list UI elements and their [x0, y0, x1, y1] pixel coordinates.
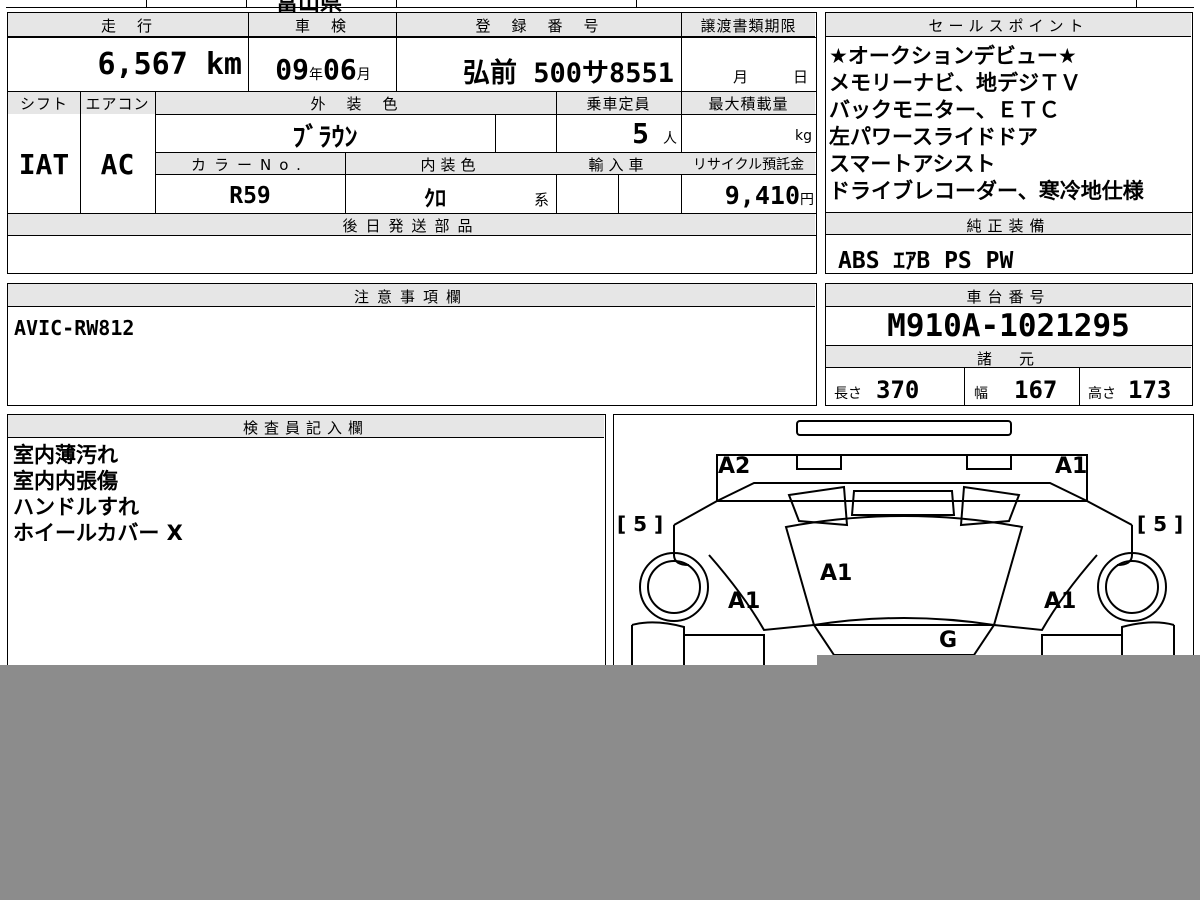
- shift-value: IAT: [18, 148, 70, 181]
- chassis-no-header: 車台番号: [966, 288, 1051, 306]
- dimensions-header: 諸 元: [976, 350, 1040, 368]
- genuine-equipment-value: ABS ｴｱB PS PW: [838, 248, 1014, 274]
- sales-points-box: セールスポイント ★オークションデビュー★ メモリーナビ、地デジＴＶ バックモニ…: [825, 12, 1193, 274]
- inspector-header: 検査員記入欄: [242, 419, 369, 437]
- later-parts-header: 後日発送部品: [342, 217, 481, 235]
- import-header: 輸入車: [588, 156, 649, 174]
- genuine-equipment-header: 純正装備: [966, 217, 1051, 235]
- interior-color-header: 内装色: [420, 156, 481, 174]
- diagram-left-fender-mark: A1: [728, 589, 760, 614]
- inspector-note-item: ホイールカバー X: [13, 521, 183, 545]
- sales-point-item: ドライブレコーダー、寒冷地仕様: [829, 179, 1144, 203]
- inspection-date: 09年06月: [275, 53, 371, 86]
- sales-points-list: ★オークションデビュー★ メモリーナビ、地デジＴＶ バックモニター、ＥＴＣ 左パ…: [829, 43, 1191, 205]
- diagram-right-fender-mark: A1: [1044, 589, 1076, 614]
- diagram-hood-mark: A1: [820, 561, 852, 586]
- sales-point-item: スマートアシスト: [829, 152, 996, 176]
- interior-color-suffix: 系: [534, 191, 550, 209]
- vehicle-info-table: 走 行 車 検 登 録 番 号 譲渡書類期限 6,567 km 09年06月 弘…: [7, 12, 817, 274]
- recycle-fee-value: 9,410円: [724, 181, 814, 210]
- registration-number: 弘前 500サ8551: [462, 58, 674, 89]
- gray-overlay-lower: [0, 665, 1200, 900]
- aircon-value: AC: [100, 148, 135, 181]
- remarks-header: 注意事項欄: [353, 288, 469, 306]
- sales-point-item: バックモニター、ＥＴＣ: [829, 98, 1060, 122]
- dimension-width: 幅 167: [974, 376, 1058, 404]
- sales-points-header: セールスポイント: [928, 17, 1089, 35]
- capacity-value: 5人: [632, 117, 677, 150]
- diagram-front-right-mark: A1: [1055, 454, 1087, 479]
- diagram-windshield-mark: G: [939, 628, 957, 653]
- inspector-note-item: ハンドルすれ: [13, 495, 139, 519]
- aircon-header: エアコン: [85, 95, 150, 113]
- mileage-value: 6,567 km: [97, 47, 243, 82]
- diagram-left-bracket: [ 5 ]: [617, 512, 663, 536]
- sales-point-item: ★オークションデビュー★: [829, 44, 1077, 68]
- diagram-front-left-mark: A2: [718, 454, 750, 479]
- sales-point-item: 左パワースライドドア: [829, 125, 1038, 149]
- chassis-box: 車台番号 M910A-1021295 諸 元 長さ 370 幅 167 高さ 173: [825, 283, 1193, 406]
- capacity-header: 乗車定員: [586, 95, 651, 113]
- gray-overlay-step: [817, 655, 1200, 667]
- inspector-note-item: 室内薄汚れ: [13, 443, 118, 467]
- dimension-length: 長さ 370: [834, 376, 920, 404]
- exterior-color-header: 外 装 色: [310, 95, 401, 113]
- dimension-height: 高さ 173: [1088, 376, 1172, 404]
- deadline-day: 日: [793, 68, 809, 86]
- inspector-notes-list: 室内薄汚れ 室内内張傷 ハンドルすれ ホイールカバー X: [13, 442, 183, 546]
- diagram-right-bracket: [ 5 ]: [1137, 512, 1183, 536]
- max-load-unit: kg: [795, 128, 812, 144]
- sales-point-item: メモリーナビ、地デジＴＶ: [829, 71, 1081, 95]
- remarks-box: 注意事項欄 AVIC-RW812: [7, 283, 817, 406]
- color-no-header: カラーNo.: [191, 156, 309, 174]
- top-strip: 富山県: [6, 0, 1194, 16]
- mileage-header: 走 行: [100, 17, 155, 35]
- inspection-header: 車 検: [294, 17, 349, 35]
- deadline-month: 月: [733, 68, 749, 86]
- recycle-fee-header: リサイクル預託金: [692, 157, 805, 173]
- transfer-deadline-header: 譲渡書類期限: [700, 17, 797, 35]
- remarks-value: AVIC-RW812: [14, 316, 135, 340]
- max-load-header: 最大積載量: [708, 95, 789, 113]
- registration-header: 登 録 番 号: [475, 17, 602, 35]
- chassis-number-value: M910A-1021295: [887, 308, 1130, 344]
- inspector-note-item: 室内内張傷: [13, 469, 118, 493]
- exterior-color-value: ﾌﾞﾗｳﾝ: [292, 123, 358, 153]
- shift-header: シフト: [19, 95, 68, 113]
- color-no-value: R59: [229, 183, 271, 209]
- interior-color-value: ｸﾛ: [423, 187, 446, 212]
